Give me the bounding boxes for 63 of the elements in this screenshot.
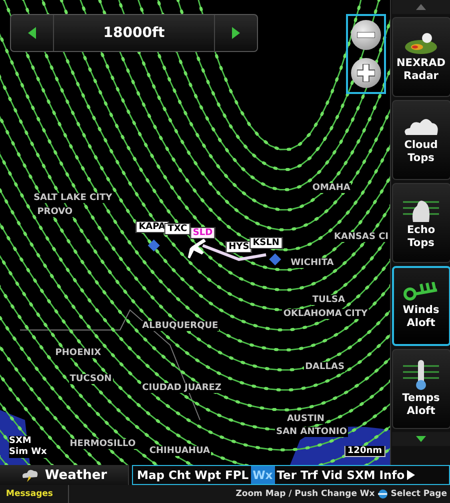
airport-icon: [269, 253, 282, 266]
scroll-up-button[interactable]: [392, 0, 450, 14]
scroll-down-button[interactable]: [392, 432, 450, 446]
waypoint-label: SLD: [190, 227, 216, 240]
minus-icon: [357, 32, 375, 38]
city-label: TULSA: [311, 294, 346, 305]
weather-layer-button[interactable]: Winds Aloft: [392, 266, 450, 346]
altitude-value: 18000ft: [53, 15, 215, 51]
city-label: OKLAHOMA CITY: [282, 308, 369, 319]
route-line: [202, 244, 266, 261]
city-label: CHIHUAHUA: [148, 446, 211, 456]
page-tab[interactable]: Ter: [274, 466, 299, 484]
weather-layer-button[interactable]: NEXRAD Radar: [392, 17, 450, 97]
page-tab[interactable]: Trf: [298, 466, 320, 484]
airport-icon: [148, 239, 160, 252]
weather-layer-button[interactable]: Temps Aloft: [392, 349, 450, 429]
city-label: CIUDAD JUAREZ: [141, 383, 222, 394]
city-label: SALT LAKE CITY: [32, 192, 114, 203]
city-label: DALLAS: [304, 362, 346, 372]
zoom-out-button[interactable]: [351, 20, 381, 50]
weather-source-label: SXM: [9, 436, 32, 447]
city-label: HERMOSILLO: [68, 439, 137, 450]
zoom-in-button[interactable]: [351, 58, 381, 88]
waypoint-label: HYS: [226, 241, 252, 254]
knob-hint: Zoom Map / Push Change Wx: [234, 489, 375, 499]
city-label: PROVO: [36, 206, 74, 217]
left-arrow-icon: [28, 27, 36, 39]
page-tab[interactable]: Wpt: [192, 466, 223, 484]
down-arrow-icon: [416, 436, 426, 442]
right-arrow-icon: [232, 27, 240, 39]
thermometer-icon: [403, 360, 439, 390]
radar-blob-icon: [403, 31, 439, 55]
page-tab[interactable]: Info: [377, 466, 407, 484]
wind-barb-icon: [403, 282, 439, 302]
weather-layer-button[interactable]: Echo Tops: [392, 183, 450, 263]
city-label: SAN ANTONIO: [275, 427, 348, 438]
up-arrow-icon: [416, 4, 426, 10]
messages-label[interactable]: Messages: [0, 485, 69, 503]
storm-cloud-icon: [20, 468, 39, 482]
waypoint-label: KSLN: [250, 236, 282, 249]
page-tab[interactable]: FPL: [222, 466, 251, 484]
page-tab[interactable]: SXM: [344, 466, 378, 484]
waypoint-label: TXC: [164, 222, 190, 235]
weather-source-label: Sim Wx: [9, 447, 47, 458]
city-label: KANSAS CI: [333, 232, 390, 242]
page-tab[interactable]: Map: [135, 466, 166, 484]
city-label: OMAHA: [311, 183, 352, 194]
knob-icon: [376, 489, 389, 499]
more-tabs-arrow-icon[interactable]: [406, 470, 415, 480]
map-scale: 120nm: [344, 446, 385, 457]
page-tab[interactable]: Vid: [320, 466, 345, 484]
page-tab[interactable]: Cht: [166, 466, 193, 484]
city-label: ALBUQUERQUE: [141, 320, 220, 330]
knob-hint: Select Page: [390, 489, 448, 499]
page-title: Weather: [44, 468, 108, 482]
weather-layer-button[interactable]: Cloud Tops: [392, 100, 450, 180]
plus-icon: [357, 64, 375, 82]
city-label: PHOENIX: [54, 348, 102, 358]
city-label: WICHITA: [290, 258, 335, 268]
aircraft-icon: [188, 238, 206, 258]
waypoint-label: KAPA: [136, 220, 168, 232]
city-label: AUSTIN: [286, 414, 326, 424]
city-label: TUCSON: [68, 374, 113, 384]
